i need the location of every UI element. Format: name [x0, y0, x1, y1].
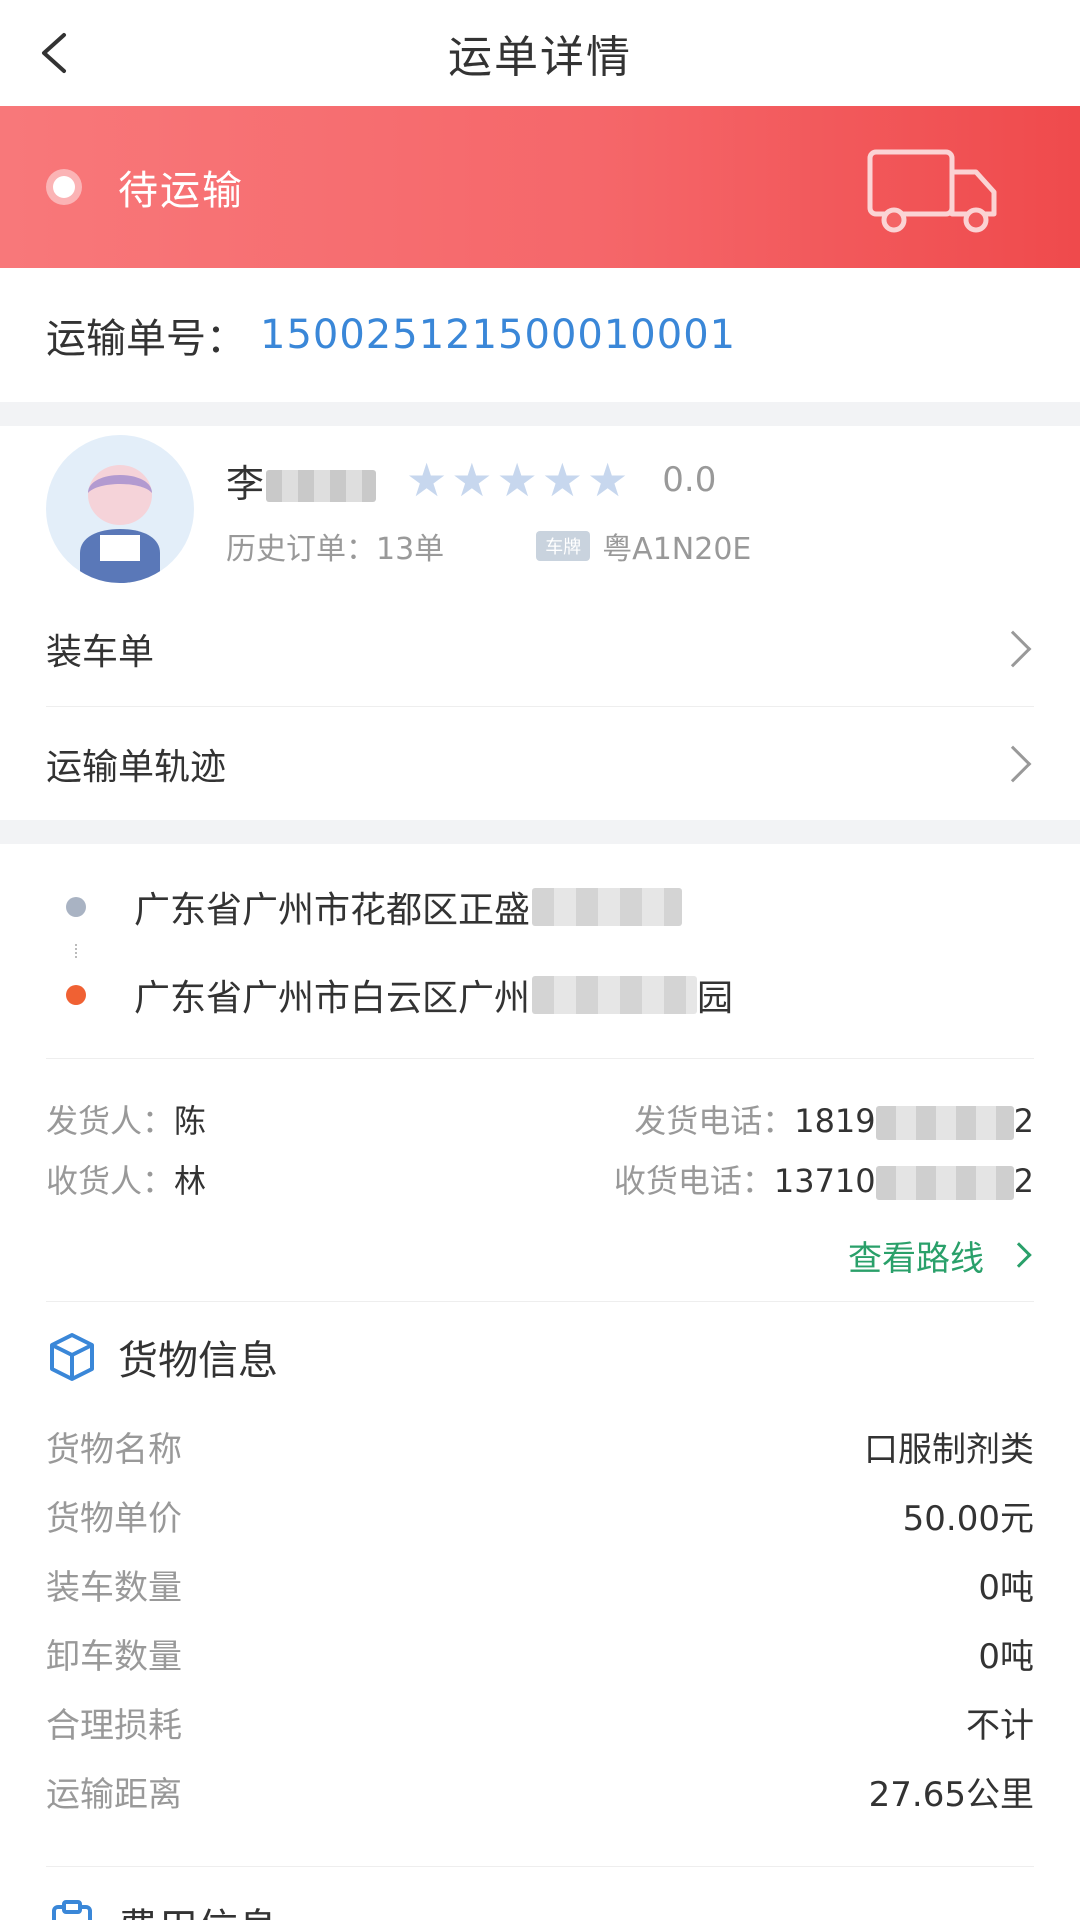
order-number-label: 运输单号： [46, 316, 246, 362]
shipper-row: 发货人：陈 发货电话：1819 2 [46, 1089, 1034, 1149]
route-connector [75, 944, 77, 958]
chevron-right-icon [994, 745, 1032, 782]
fee-section-title: 费用信息 [118, 1896, 278, 1920]
origin-address-text: 广东省广州市花都区正盛 [134, 890, 531, 931]
section-divider [0, 820, 1080, 844]
redacted-text [875, 1106, 1014, 1140]
rating-stars: ★ ★ ★ ★ ★ [406, 457, 632, 503]
loading-list-link[interactable]: 装车单 [46, 592, 1034, 706]
view-route-link[interactable]: 查看路线 [46, 1209, 1034, 1301]
chevron-left-icon [42, 33, 66, 73]
section-divider [0, 402, 1080, 426]
goods-label: 货物名称 [46, 1430, 182, 1470]
waybill-track-link[interactable]: 运输单轨迹 [46, 706, 1034, 820]
goods-value: 0吨 [978, 1568, 1034, 1608]
goods-label: 合理损耗 [46, 1706, 182, 1746]
goods-row: 卸车数量 0吨 [46, 1619, 1034, 1688]
receiver-row: 收货人：林 收货电话：13710 2 [46, 1149, 1034, 1209]
goods-section-header: 货物信息 [46, 1302, 1034, 1412]
receiver-label: 收货人： [46, 1162, 175, 1200]
goods-label: 运输距离 [46, 1775, 182, 1815]
destination-dot-icon [66, 985, 86, 1005]
package-box-icon [50, 1333, 94, 1381]
driver-name: 李 [226, 453, 377, 508]
redacted-text [875, 1166, 1014, 1200]
origin-dot-icon [66, 897, 86, 917]
page-title: 运单详情 [448, 32, 632, 83]
fee-section-header: 费用信息 [46, 1875, 1034, 1920]
goods-label: 装车数量 [46, 1568, 182, 1608]
receiver-phone-label: 收货电话： [613, 1162, 774, 1200]
destination-address-text: 广东省广州市白云区广州 [134, 978, 531, 1019]
goods-list: 货物名称 口服制剂类 货物单价 50.00元 装车数量 0吨 卸车数量 0吨 合理损耗 不… [46, 1412, 1034, 1826]
status-indicator-icon [46, 169, 82, 205]
status-text: 待运输 [118, 168, 244, 214]
route-section: 广东省广州市花都区正盛 广东省广州市白云区广州 园 发货人：陈 发货电话：181… [0, 870, 1080, 1920]
star-icon: ★ [451, 453, 493, 507]
top-nav-bar: 运单详情 [0, 0, 1080, 106]
goods-value: 口服制剂类 [864, 1430, 1034, 1470]
goods-row: 装车数量 0吨 [46, 1550, 1034, 1619]
destination-address-suffix: 园 [697, 978, 734, 1019]
person-avatar-icon [80, 465, 160, 583]
driver-avatar [46, 435, 194, 583]
license-plate-icon: 车牌 [536, 531, 591, 561]
goods-row: 货物名称 口服制剂类 [46, 1412, 1034, 1481]
goods-value: 不计 [966, 1706, 1034, 1746]
license-plate: 粤A1N20E [602, 532, 752, 567]
star-icon: ★ [587, 453, 629, 507]
goods-row: 运输距离 27.65公里 [46, 1757, 1034, 1826]
redacted-text [532, 976, 698, 1014]
divider [46, 1866, 1034, 1867]
clipboard-icon [52, 1900, 92, 1920]
shipper-label: 发货人： [46, 1102, 175, 1140]
driver-card: 李 ★ ★ ★ ★ ★ 0.0 历史订单：13单 车牌 粤A1N20E 装车单 … [0, 426, 1080, 820]
goods-row: 货物单价 50.00元 [46, 1481, 1034, 1550]
destination-address: 广东省广州市白云区广州 园 [46, 958, 1034, 1032]
star-icon: ★ [496, 453, 538, 507]
redacted-text [266, 470, 377, 502]
shipper-name: 陈 [174, 1102, 207, 1140]
goods-value: 27.65公里 [868, 1775, 1034, 1815]
back-button[interactable] [28, 28, 78, 78]
chevron-right-icon [1006, 1242, 1032, 1268]
status-banner: 待运输 [0, 106, 1080, 268]
goods-value: 50.00元 [902, 1499, 1034, 1539]
goods-label: 货物单价 [46, 1499, 182, 1539]
goods-value: 0吨 [978, 1637, 1034, 1677]
origin-address: 广东省广州市花都区正盛 [46, 870, 1034, 944]
star-icon: ★ [541, 453, 584, 507]
loading-list-label: 装车单 [46, 632, 155, 673]
order-number-value[interactable]: 150025121500010001 [260, 312, 736, 358]
truck-icon [867, 149, 997, 233]
rating-value: 0.0 [662, 460, 717, 500]
goods-label: 卸车数量 [46, 1637, 182, 1677]
shipper-phone[interactable]: 1819 2 [794, 1102, 1034, 1140]
goods-section-title: 货物信息 [118, 1338, 278, 1384]
chevron-right-icon [994, 630, 1032, 668]
receiver-phone[interactable]: 13710 2 [774, 1162, 1034, 1200]
goods-row: 合理损耗 不计 [46, 1688, 1034, 1757]
star-icon: ★ [406, 453, 448, 507]
receiver-name: 林 [174, 1162, 207, 1200]
shipper-phone-label: 发货电话： [634, 1102, 795, 1140]
history-orders: 历史订单：13单 [226, 532, 445, 567]
order-number-row: 运输单号： 150025121500010001 [0, 268, 1080, 402]
waybill-track-label: 运输单轨迹 [46, 746, 227, 788]
redacted-text [532, 888, 683, 926]
view-route-label: 查看路线 [848, 1238, 984, 1279]
